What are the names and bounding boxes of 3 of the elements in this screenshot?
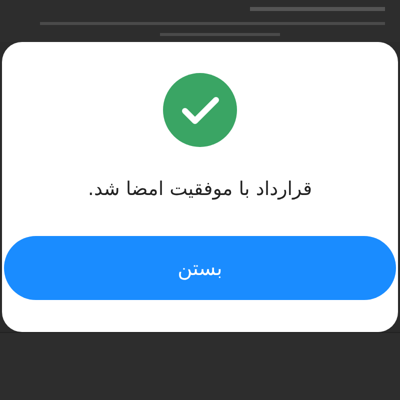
success-message: قرارداد با موفقیت امضا شد. (88, 178, 312, 200)
success-check-icon (163, 73, 237, 147)
close-button[interactable]: بستن (4, 236, 396, 300)
